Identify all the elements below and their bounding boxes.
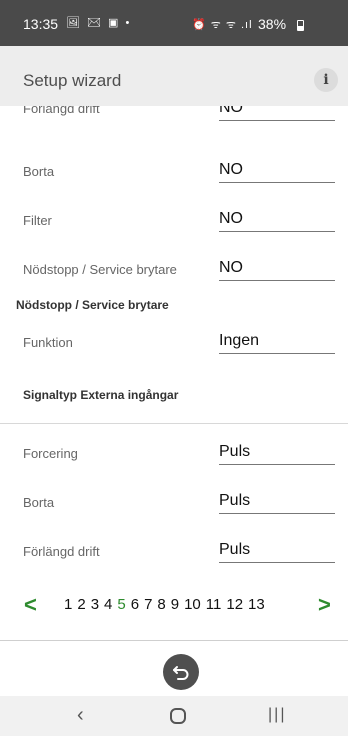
page-link[interactable]: 2 xyxy=(77,596,85,613)
battery-icon xyxy=(297,20,304,31)
footer-divider xyxy=(0,640,348,641)
divider xyxy=(0,423,348,424)
undo-icon xyxy=(173,666,189,680)
section-title-signaltyp: Signaltyp Externa ingångar xyxy=(23,388,179,402)
page-title: Setup wizard xyxy=(23,71,122,90)
section-title-nodstopp: Nödstopp / Service brytare xyxy=(16,298,169,312)
field-value[interactable]: NO xyxy=(219,210,335,232)
page-link[interactable]: 4 xyxy=(104,596,112,613)
field-label: Funktion xyxy=(23,335,73,350)
field-value[interactable]: Ingen xyxy=(219,332,335,354)
field-value[interactable]: Puls xyxy=(219,541,335,563)
page-link[interactable]: 8 xyxy=(157,596,165,613)
field-label: Nödstopp / Service brytare xyxy=(23,262,177,277)
system-icons: ⏰ ᯤ ᯤ .ıl xyxy=(192,19,253,31)
nav-recent-icon[interactable]: ||| xyxy=(268,706,286,724)
field-label: Förlängd drift xyxy=(23,106,100,116)
status-bar: 13:35 🖼 ✉ ▣ • ⏰ ᯤ ᯤ .ıl 38% xyxy=(0,0,348,46)
page-link[interactable]: 6 xyxy=(131,596,139,613)
page-link[interactable]: 10 xyxy=(184,596,201,613)
page-link[interactable]: 11 xyxy=(206,596,222,613)
undo-button[interactable] xyxy=(163,654,199,690)
page-link[interactable]: 13 xyxy=(248,596,265,613)
page-link[interactable]: 9 xyxy=(171,596,179,613)
next-page-button[interactable]: > xyxy=(318,592,331,618)
field-value[interactable]: Puls xyxy=(219,492,335,514)
wizard-content[interactable]: Förlängd drift NO Borta NO Filter NO Nöd… xyxy=(0,106,348,640)
field-value[interactable]: NO xyxy=(219,259,335,281)
previous-page-button[interactable]: < xyxy=(24,592,37,618)
field-value[interactable]: Puls xyxy=(219,443,335,465)
field-label: Forcering xyxy=(23,446,78,461)
page-link[interactable]: 12 xyxy=(226,596,243,613)
notification-icons: 🖼 ✉ ▣ • xyxy=(66,17,132,29)
page-link-current[interactable]: 5 xyxy=(117,596,125,613)
page-link[interactable]: 1 xyxy=(64,596,72,613)
field-value[interactable]: NO xyxy=(219,161,335,183)
info-icon[interactable]: i xyxy=(314,68,338,92)
page-link[interactable]: 3 xyxy=(91,596,99,613)
battery-percentage: 38% xyxy=(258,16,287,32)
pagination: < 1 2 3 4 5 6 7 8 9 10 11 12 13 > xyxy=(0,590,348,624)
nav-back-icon[interactable]: ‹ xyxy=(77,704,84,727)
status-time: 13:35 xyxy=(23,16,59,32)
page-numbers: 1 2 3 4 5 6 7 8 9 10 11 12 13 xyxy=(64,596,270,613)
page-link[interactable]: 7 xyxy=(144,596,152,613)
field-value[interactable]: NO xyxy=(219,106,335,121)
field-label: Filter xyxy=(23,213,52,228)
system-nav-bar: ‹ ||| xyxy=(0,696,348,736)
app-bar: Setup wizard i xyxy=(0,46,348,106)
field-label: Borta xyxy=(23,164,55,179)
field-label: Förlängd drift xyxy=(23,544,100,559)
nav-home-icon[interactable] xyxy=(170,708,186,724)
field-label: Borta xyxy=(23,495,55,510)
